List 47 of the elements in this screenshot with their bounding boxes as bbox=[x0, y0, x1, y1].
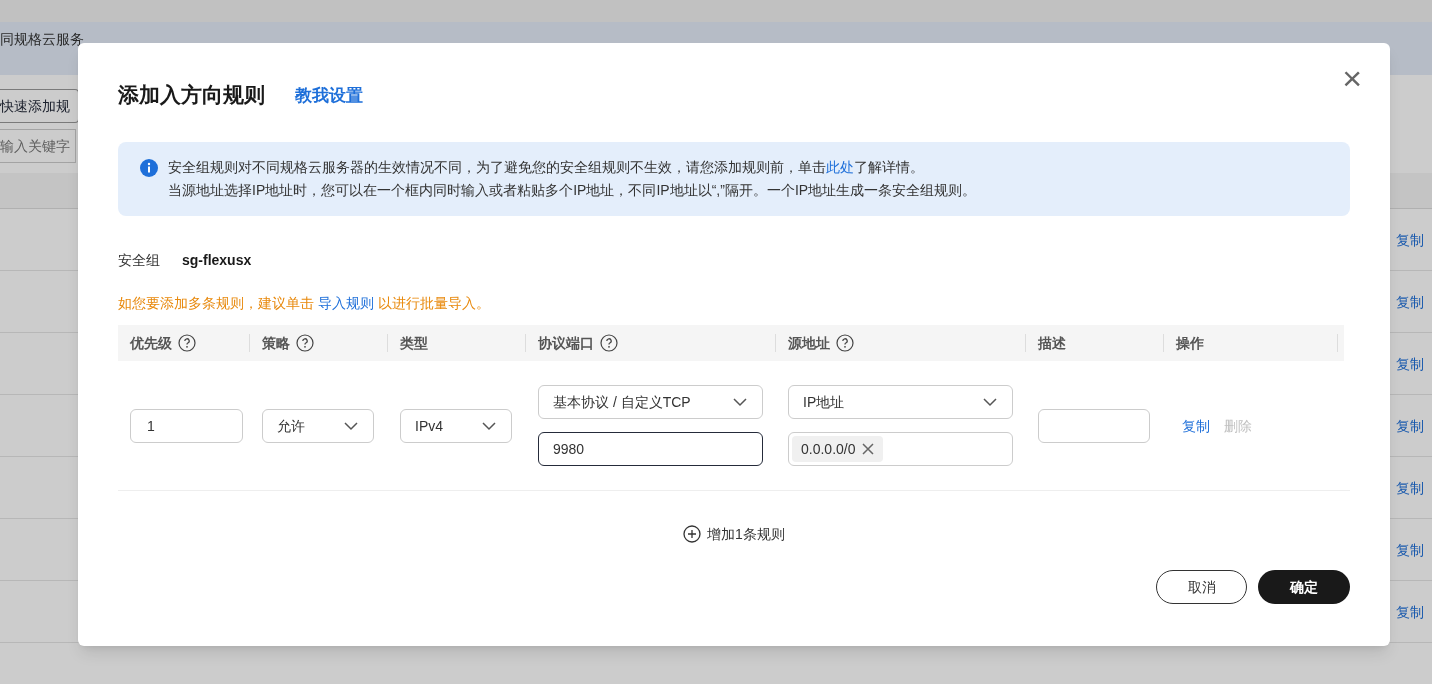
policy-select[interactable]: 允许 bbox=[262, 408, 374, 443]
dialog-title: 添加入方向规则 bbox=[118, 82, 265, 109]
type-select[interactable]: IPv4 bbox=[400, 408, 512, 443]
address-tag: 0.0.0.0/0 bbox=[792, 436, 883, 462]
copy-link[interactable]: 复制 bbox=[1396, 229, 1424, 250]
copy-link[interactable]: 复制 bbox=[1396, 291, 1424, 312]
quick-add-button[interactable]: 快速添加规 bbox=[0, 89, 79, 123]
column-header: 描述 bbox=[1038, 334, 1066, 353]
banner-text: 同规格云服务 bbox=[0, 29, 84, 49]
cancel-button[interactable]: 取消 bbox=[1156, 570, 1247, 604]
copy-link[interactable]: 复制 bbox=[1396, 539, 1424, 560]
copy-link[interactable]: 复制 bbox=[1396, 601, 1424, 622]
column-header: 类型 bbox=[400, 334, 428, 353]
search-field[interactable]: 输入关键字 bbox=[0, 129, 76, 163]
help-link[interactable]: 教我设置 bbox=[295, 83, 363, 109]
column-header: 源地址 bbox=[788, 334, 830, 353]
plus-circle-icon bbox=[683, 525, 702, 543]
field-value: sg-flexusx bbox=[182, 251, 252, 270]
column-header: 协议端口 bbox=[538, 334, 594, 353]
copy-link[interactable]: 复制 bbox=[1182, 415, 1210, 436]
confirm-button[interactable]: 确定 bbox=[1258, 570, 1350, 604]
help-icon[interactable] bbox=[600, 334, 618, 352]
help-icon[interactable] bbox=[296, 334, 314, 352]
copy-link[interactable]: 复制 bbox=[1396, 415, 1424, 436]
close-button[interactable]: × bbox=[1342, 61, 1362, 95]
source-address-field[interactable]: 0.0.0.0/0 bbox=[788, 432, 1013, 466]
protocol-select[interactable]: 基本协议 / 自定义TCP bbox=[538, 385, 763, 419]
description-input[interactable] bbox=[1038, 408, 1150, 443]
column-header: 策略 bbox=[262, 334, 290, 353]
notice-text: 安全组规则对不同规格云服务器的生效情况不同，为了避免您的安全组规则不生效，请您添加规则前，单击此处了解详情。 bbox=[168, 158, 925, 177]
tip-text: 如您要添加多条规则，建议单击 导入规则 以进行批量导入。 bbox=[118, 294, 491, 313]
copy-link[interactable]: 复制 bbox=[1396, 353, 1424, 374]
column-header: 优先级 bbox=[130, 334, 172, 353]
add-rule-button[interactable]: 增加1条规则 bbox=[683, 524, 785, 544]
source-type-select[interactable]: IP地址 bbox=[788, 385, 1013, 419]
copy-link[interactable]: 复制 bbox=[1396, 477, 1424, 498]
column-header: 操作 bbox=[1176, 334, 1204, 353]
help-icon[interactable] bbox=[178, 334, 196, 352]
priority-input[interactable]: 1 bbox=[130, 408, 243, 443]
remove-icon[interactable] bbox=[861, 443, 874, 455]
import-rules-link[interactable]: 导入规则 bbox=[317, 295, 374, 311]
details-link[interactable]: 此处 bbox=[826, 159, 854, 175]
info-icon bbox=[140, 159, 158, 177]
notice-text: 当源地址选择IP地址时，您可以在一个框内同时输入或者粘贴多个IP地址，不同IP地址以“,”隔开。一个IP地址生成一条安全组规则。 bbox=[168, 181, 977, 200]
help-icon[interactable] bbox=[836, 334, 854, 352]
field-label: 安全组 bbox=[118, 251, 160, 270]
port-input[interactable]: 9980 bbox=[538, 432, 763, 466]
